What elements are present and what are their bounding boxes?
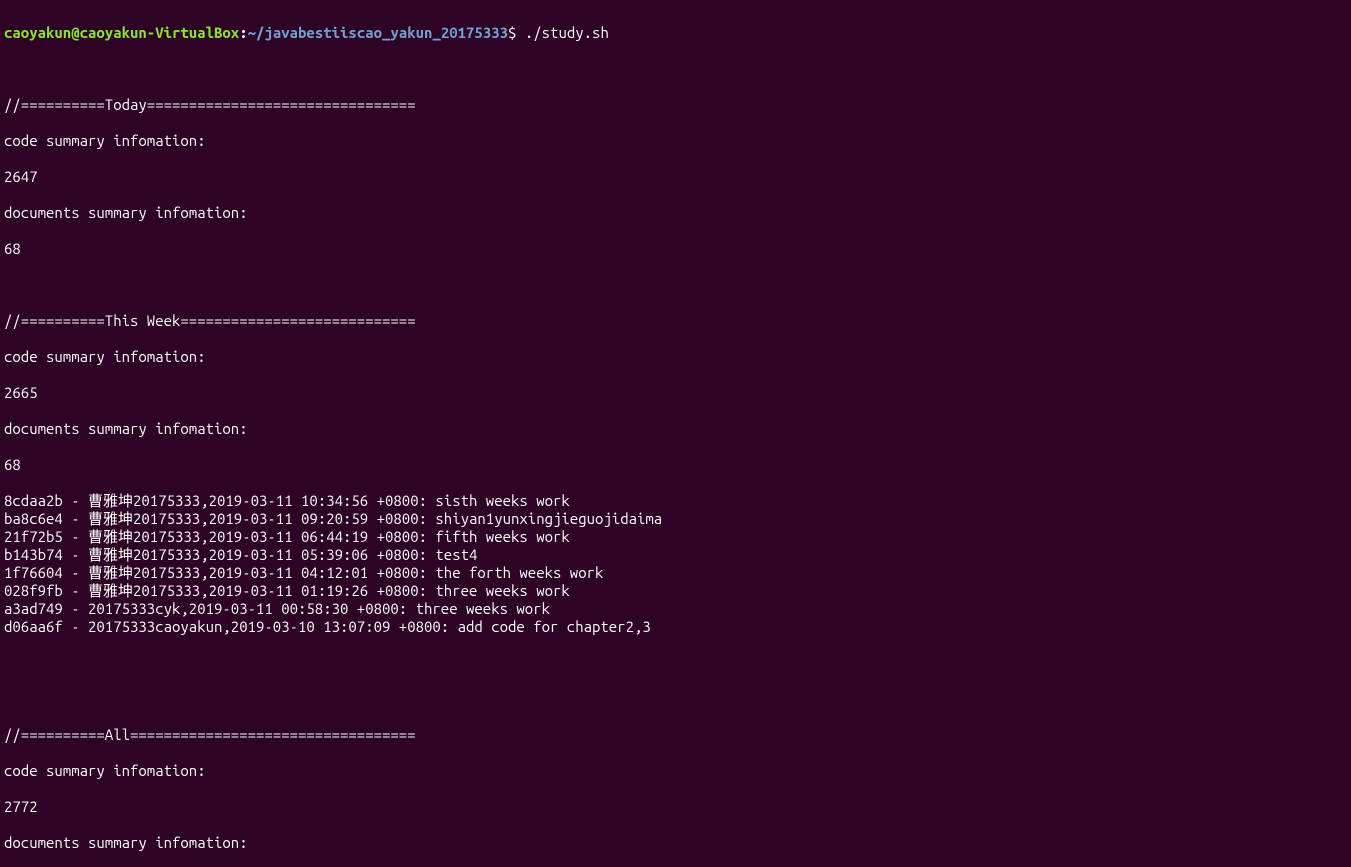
prompt-host: caoyakun-VirtualBox — [80, 24, 240, 41]
week-header: //==========This Week===================… — [4, 312, 1347, 330]
week-code-label: code summary infomation: — [4, 348, 1347, 366]
today-docs-label: documents summary infomation: — [4, 204, 1347, 222]
week-code-value: 2665 — [4, 384, 1347, 402]
command-text: ./study.sh — [525, 24, 609, 41]
prompt-user: caoyakun — [4, 24, 71, 41]
all-code-label: code summary infomation: — [4, 762, 1347, 780]
prompt-path: ~/javabestiiscao_yakun_20175333 — [248, 24, 508, 41]
commit-line: ba8c6e4 - 曹雅坤20175333,2019-03-11 09:20:5… — [4, 510, 1347, 528]
week-commit-list: 8cdaa2b - 曹雅坤20175333,2019-03-11 10:34:5… — [4, 492, 1347, 636]
commit-line: 21f72b5 - 曹雅坤20175333,2019-03-11 06:44:1… — [4, 528, 1347, 546]
blank-line — [4, 654, 1347, 672]
today-header: //==========Today=======================… — [4, 96, 1347, 114]
today-docs-value: 68 — [4, 240, 1347, 258]
blank-line — [4, 690, 1347, 708]
commit-line: 1f76604 - 曹雅坤20175333,2019-03-11 04:12:0… — [4, 564, 1347, 582]
all-docs-label: documents summary infomation: — [4, 834, 1347, 852]
commit-line: 8cdaa2b - 曹雅坤20175333,2019-03-11 10:34:5… — [4, 492, 1347, 510]
prompt-colon: : — [239, 24, 247, 41]
week-docs-label: documents summary infomation: — [4, 420, 1347, 438]
all-header: //==========All=========================… — [4, 726, 1347, 744]
prompt-at: @ — [71, 24, 79, 41]
commit-line: d06aa6f - 20175333caoyakun,2019-03-10 13… — [4, 618, 1347, 636]
commit-line: b143b74 - 曹雅坤20175333,2019-03-11 05:39:0… — [4, 546, 1347, 564]
prompt-dollar: $ — [508, 24, 525, 41]
commit-line: 028f9fb - 曹雅坤20175333,2019-03-11 01:19:2… — [4, 582, 1347, 600]
all-code-value: 2772 — [4, 798, 1347, 816]
prompt-line: caoyakun@caoyakun-VirtualBox:~/javabesti… — [4, 24, 1347, 42]
week-docs-value: 68 — [4, 456, 1347, 474]
today-code-label: code summary infomation: — [4, 132, 1347, 150]
blank-line — [4, 60, 1347, 78]
terminal-output[interactable]: caoyakun@caoyakun-VirtualBox:~/javabesti… — [0, 0, 1351, 867]
commit-line: a3ad749 - 20175333cyk,2019-03-11 00:58:3… — [4, 600, 1347, 618]
blank-line — [4, 276, 1347, 294]
today-code-value: 2647 — [4, 168, 1347, 186]
